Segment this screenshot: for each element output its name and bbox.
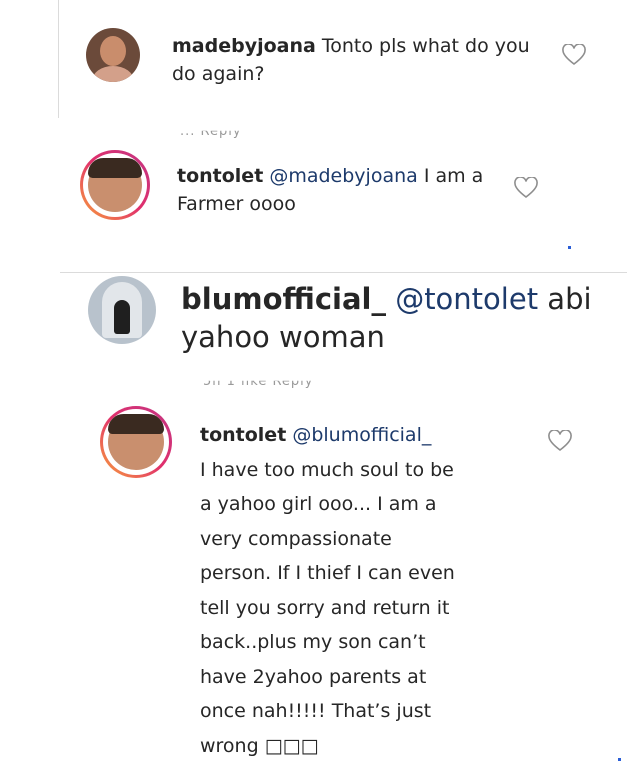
avatar[interactable] [100,406,172,478]
comment-mention[interactable]: @tontolet [395,282,538,316]
comment-mention[interactable]: @madebyjoana [269,165,417,187]
avatar-shoulders [92,66,134,82]
comment-body: tontolet @blumofficial_ I have too much … [200,418,560,763]
heart-outline-icon[interactable] [514,176,538,203]
avatar-face [100,36,126,66]
comment-mention[interactable]: @blumofficial_ [292,424,431,446]
avatar-hair [108,414,164,434]
comment-meta-likes-reply[interactable]: 5h 1 like Reply [203,381,313,389]
avatar[interactable] [86,28,140,82]
avatar[interactable] [88,276,156,344]
heart-outline-icon[interactable] [562,43,586,70]
stray-dot [618,758,621,761]
comment-body: madebyjoana Tonto pls what do you do aga… [172,33,542,88]
comment-header: tontolet @blumofficial_ [200,418,560,453]
comment-meta-reply[interactable]: ... Reply [180,131,242,139]
comment-line: once nah!!!!! That’s just [200,700,432,722]
comment-username[interactable]: madebyjoana [172,35,316,57]
comment-username[interactable]: tontolet [200,424,286,446]
comment-line: person. If I thief I can even [200,562,455,584]
comment-line: back..plus my son can’t [200,631,426,653]
comment-line: I have too much soul to be [200,458,454,481]
heart-outline-icon[interactable] [548,429,572,456]
avatar-figure [114,300,130,334]
avatar[interactable] [80,150,150,220]
comment-line: very compassionate [200,527,392,550]
section-divider [60,272,627,273]
comment-line: have 2yahoo parents at [200,665,427,688]
avatar-hair [88,158,142,178]
comment-body: blumofficial_ @tontolet abi yahoo woman [181,280,601,357]
stray-dot [568,246,571,249]
comment-line: wrong □□□ [200,734,319,757]
comment-line: a yahoo girl ooo... I am a [200,493,437,515]
left-edge-divider [58,0,59,118]
comment-body: tontolet @madebyjoana I am a Farmer oooo [177,163,487,218]
comment-username[interactable]: tontolet [177,165,263,187]
comment-line: tell you sorry and return it [200,596,450,619]
comment-username[interactable]: blumofficial_ [181,282,386,316]
